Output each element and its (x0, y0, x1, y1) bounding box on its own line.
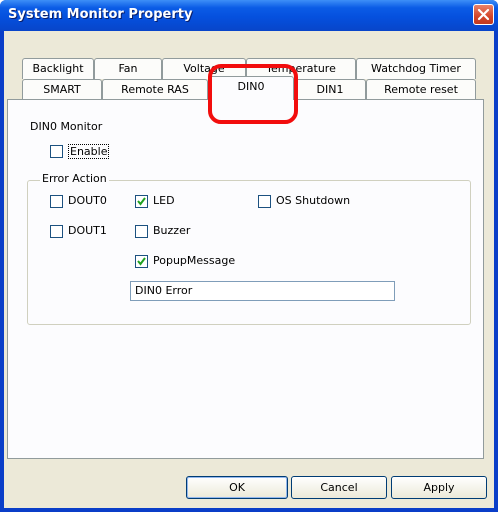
highlight-annotation (208, 64, 298, 124)
tab-label: SMART (43, 83, 81, 96)
ok-button[interactable]: OK (186, 476, 288, 499)
tab-remote-reset[interactable]: Remote reset (366, 79, 476, 100)
apply-button[interactable]: Apply (391, 476, 487, 499)
tab-remote-ras[interactable]: Remote RAS (102, 79, 208, 100)
tab-fan[interactable]: Fan (94, 58, 162, 79)
tab-smart[interactable]: SMART (22, 79, 102, 100)
title-bar[interactable]: System Monitor Property (0, 0, 498, 31)
tab-backlight[interactable]: Backlight (22, 58, 94, 79)
tab-label: Fan (118, 62, 138, 75)
close-button[interactable] (473, 4, 494, 25)
tab-label: Remote RAS (121, 83, 189, 96)
ok-label: OK (229, 481, 245, 494)
apply-label: Apply (423, 481, 455, 494)
tab-panel-din0 (7, 99, 484, 459)
cancel-label: Cancel (320, 481, 358, 494)
tab-label: Backlight (32, 62, 84, 75)
tab-watchdog-timer[interactable]: Watchdog Timer (356, 58, 476, 79)
window-title: System Monitor Property (8, 7, 193, 22)
tab-din1[interactable]: DIN1 (294, 79, 366, 100)
tab-label: Remote reset (384, 83, 458, 96)
cancel-button[interactable]: Cancel (291, 476, 387, 499)
tab-label: Watchdog Timer (371, 62, 461, 75)
close-icon (477, 8, 490, 21)
tab-label: DIN1 (316, 83, 344, 96)
